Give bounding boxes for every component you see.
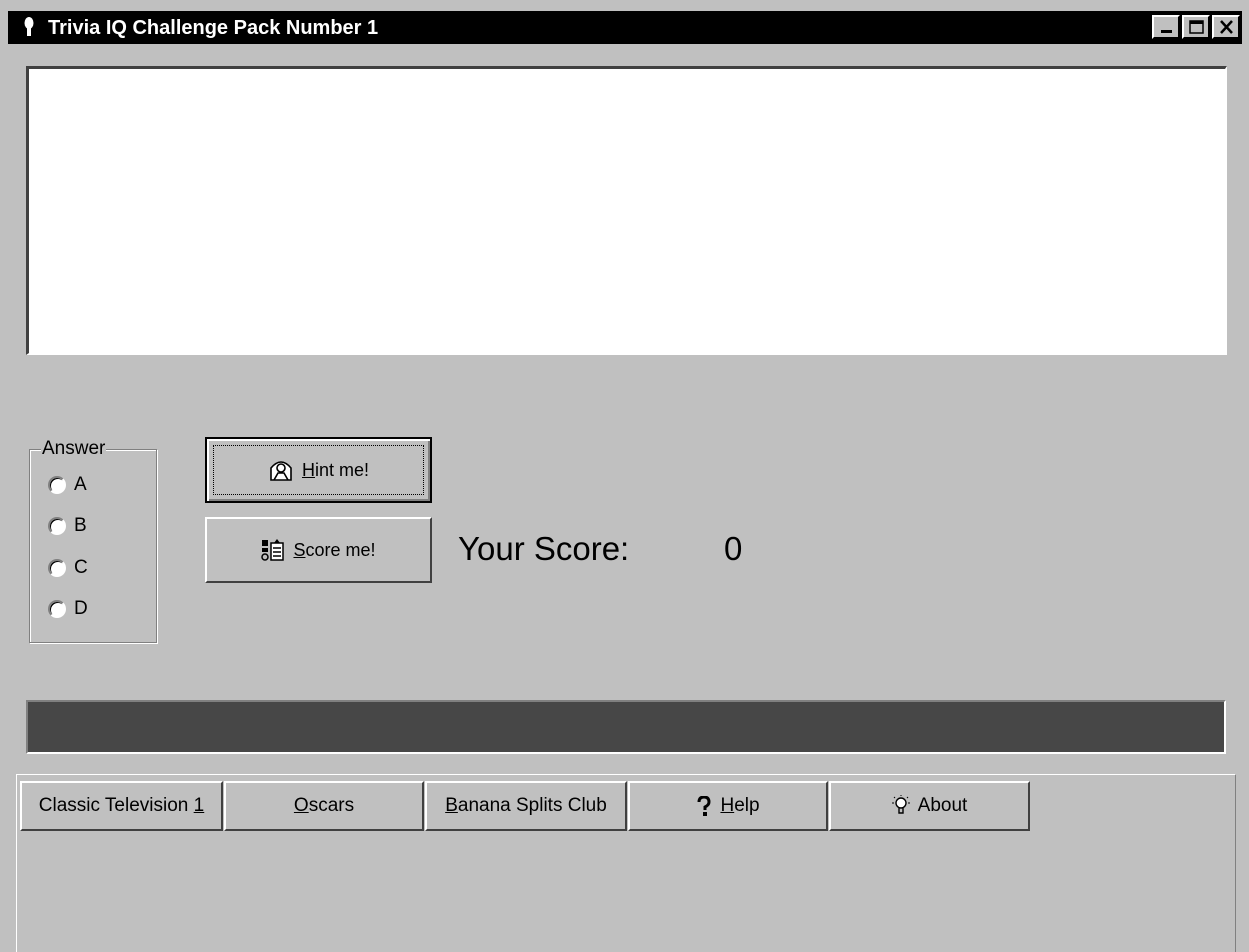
help-button-label: Help (720, 795, 760, 816)
about-button[interactable]: About (829, 781, 1030, 831)
close-icon (1220, 20, 1233, 34)
score-button-label: Score me! (293, 539, 376, 560)
score-value: 0 (724, 530, 743, 567)
answer-option-b[interactable]: B (48, 514, 87, 538)
help-button[interactable]: Help (628, 781, 828, 831)
hint-button-label: Hint me! (301, 459, 370, 480)
radio-c-label: C (74, 557, 88, 578)
main-window: Trivia IQ Challenge Pack Number 1 Answer… (0, 0, 1249, 952)
radio-d[interactable] (48, 600, 66, 618)
answer-option-a[interactable]: A (48, 473, 87, 497)
radio-a[interactable] (48, 476, 66, 494)
radio-b-label: B (74, 515, 87, 536)
radio-b[interactable] (48, 517, 66, 535)
question-display (26, 66, 1227, 355)
score-button[interactable]: Score me! (205, 517, 432, 583)
window-controls (1152, 15, 1240, 41)
tab-classic-television-1[interactable]: Classic Television 1 (20, 781, 223, 831)
window-title: Trivia IQ Challenge Pack Number 1 (48, 17, 379, 39)
tab-oscars-label: Oscars (293, 795, 355, 816)
score-icon (261, 538, 285, 562)
radio-c[interactable] (48, 559, 66, 577)
lightbulb-icon (891, 795, 910, 817)
about-button-label: About (917, 795, 968, 816)
lightbulb-icon (24, 17, 34, 36)
close-button[interactable] (1212, 15, 1240, 39)
maximize-icon (1189, 20, 1204, 34)
question-mark-icon (696, 796, 712, 816)
score-label: Your Score: (458, 530, 630, 567)
minimize-button[interactable] (1152, 15, 1180, 39)
tab-oscars[interactable]: Oscars (224, 781, 424, 831)
hint-icon (268, 458, 294, 482)
tab-banana-splits-club[interactable]: Banana Splits Club (425, 781, 627, 831)
minimize-icon (1161, 30, 1172, 33)
maximize-button[interactable] (1182, 15, 1210, 39)
progress-bar (26, 700, 1226, 754)
tab-classic-television-1-label: Classic Television 1 (38, 795, 205, 816)
radio-d-label: D (74, 598, 88, 619)
answer-option-c[interactable]: C (48, 556, 88, 580)
radio-a-label: A (74, 474, 87, 495)
answer-group-label: Answer (41, 438, 107, 460)
hint-button[interactable]: Hint me! (205, 437, 432, 503)
answer-group: Answer A B C D (29, 438, 157, 643)
tab-banana-splits-club-label: Banana Splits Club (445, 795, 607, 816)
answer-option-d[interactable]: D (48, 597, 88, 621)
title-bar[interactable]: Trivia IQ Challenge Pack Number 1 (8, 11, 1242, 44)
